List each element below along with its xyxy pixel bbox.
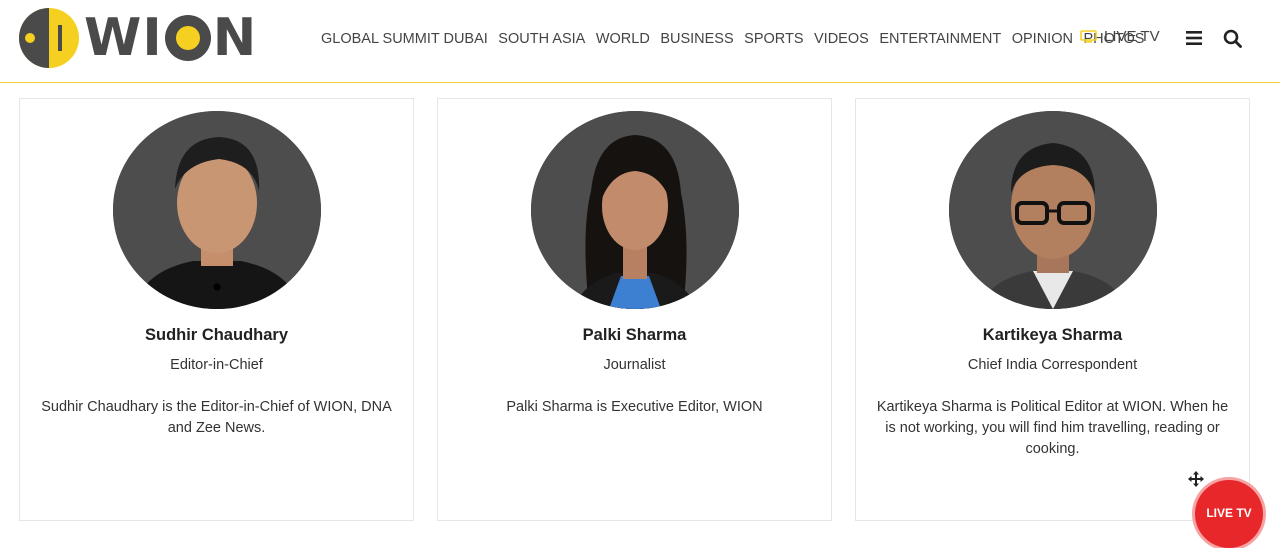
person-name[interactable]: Palki Sharma [438,326,831,345]
site-header: W I N GLOBAL SUMMIT DUBAI SOUTH ASIA WOR… [0,0,1280,83]
logo-letter-w: W [84,8,143,68]
floating-live-tv-button[interactable]: LIVE TV [1195,480,1263,548]
search-icon[interactable] [1223,29,1242,48]
wion-logo[interactable]: W I N [18,6,256,70]
avatar [531,111,739,309]
logo-mark-icon [19,8,79,68]
profile-photo [113,111,321,309]
person-role: Journalist [603,357,666,373]
nav-item-sports[interactable]: SPORTS [744,31,803,47]
person-bio: Palki Sharma is Executive Editor, WION [506,399,763,415]
nav-item-business[interactable]: BUSINESS [660,31,733,47]
profile-card-sudhir-chaudhary: Sudhir Chaudhary Editor-in-Chief Sudhir … [19,98,414,521]
logo-letter-i: I [142,8,163,68]
nav-item-opinion[interactable]: OPINION [1012,31,1073,47]
profile-photo [531,111,739,309]
live-tv-link-label: LIVE TV [1104,28,1160,45]
person-bio: Sudhir Chaudhary is the Editor-in-Chief … [41,399,392,436]
logo-wordmark: W I N [84,12,257,64]
main-nav: GLOBAL SUMMIT DUBAI SOUTH ASIA WORLD BUS… [321,29,1155,49]
person-name[interactable]: Kartikeya Sharma [856,326,1249,345]
nav-item-world[interactable]: WORLD [596,31,650,47]
move-icon[interactable] [1187,470,1205,488]
hamburger-menu-icon[interactable] [1186,30,1202,46]
logo-letter-o [164,15,211,61]
profile-photo [949,111,1157,309]
nav-item-south-asia[interactable]: SOUTH ASIA [498,31,585,47]
nav-item-global-summit-dubai[interactable]: GLOBAL SUMMIT DUBAI [321,31,488,47]
profile-card-palki-sharma: Palki Sharma Journalist Palki Sharma is … [437,98,832,521]
person-role: Editor-in-Chief [170,357,263,373]
tv-icon [1080,30,1097,43]
live-tv-link[interactable]: LIVE TV [1080,28,1160,45]
person-role: Chief India Correspondent [967,357,1138,373]
floating-live-tv-label: LIVE TV [1206,506,1252,520]
logo-letter-n: N [212,8,258,68]
person-name[interactable]: Sudhir Chaudhary [20,326,413,345]
nav-item-entertainment[interactable]: ENTERTAINMENT [879,31,1001,47]
profile-card-kartikeya-sharma: Kartikeya Sharma Chief India Corresponde… [855,98,1250,521]
avatar [949,111,1157,309]
avatar [113,111,321,309]
person-bio: Kartikeya Sharma is Political Editor at … [876,399,1229,457]
nav-item-videos[interactable]: VIDEOS [814,31,869,47]
